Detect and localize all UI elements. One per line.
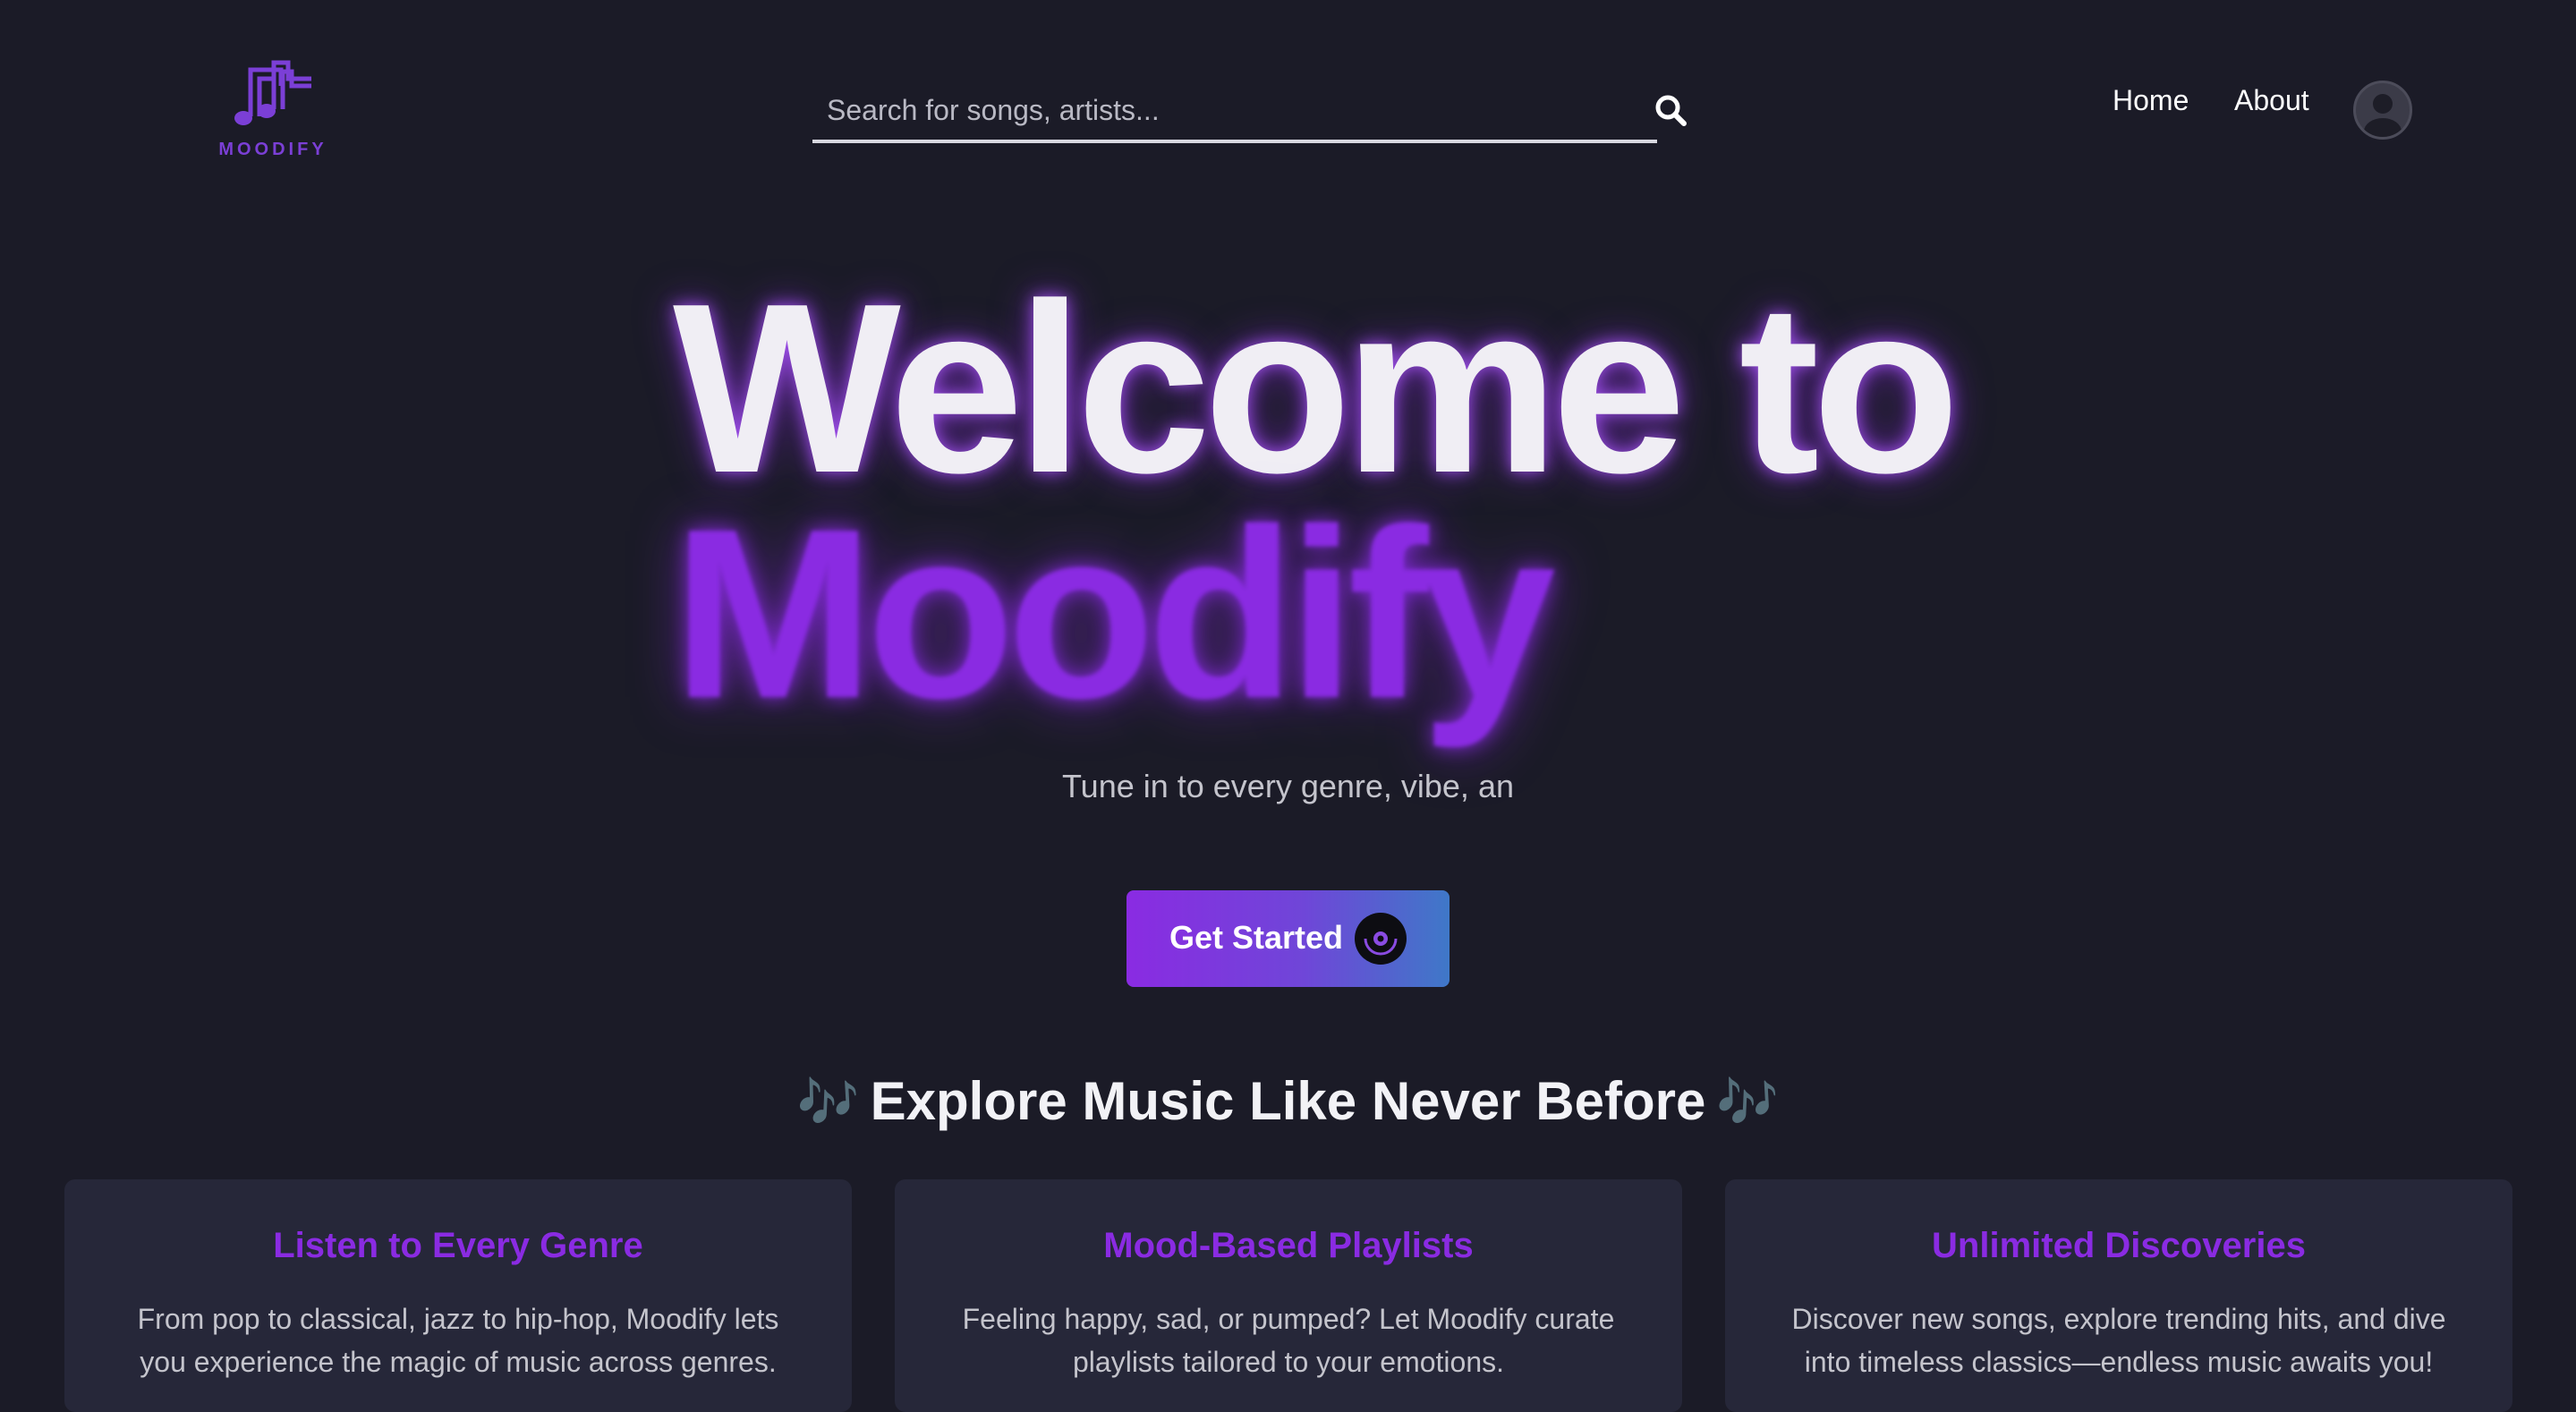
- feature-card-genres: Listen to Every Genre From pop to classi…: [64, 1179, 852, 1412]
- vinyl-disc-icon: [1355, 913, 1407, 965]
- feature-card-discoveries: Unlimited Discoveries Discover new songs…: [1725, 1179, 2512, 1412]
- logo-wordmark: MOODIFY: [218, 140, 327, 159]
- feature-card-mood-playlists: Mood-Based Playlists Feeling happy, sad,…: [895, 1179, 1682, 1412]
- music-notes-icon: 🎶: [796, 1074, 860, 1130]
- feature-card-title: Mood-Based Playlists: [1103, 1226, 1474, 1265]
- hero-title-welcome: Welcome to: [673, 254, 1960, 523]
- user-profile-icon: [2364, 94, 2402, 137]
- search-icon[interactable]: [1652, 91, 1691, 131]
- user-avatar[interactable]: [2353, 81, 2412, 140]
- nav-about-link[interactable]: About: [2234, 84, 2309, 117]
- search-bar: [812, 81, 1687, 149]
- search-input[interactable]: [812, 81, 1657, 143]
- hero-title-brand: Moodify: [673, 480, 1556, 749]
- feature-card-title: Unlimited Discoveries: [1932, 1226, 2306, 1265]
- explore-section-heading: 🎶 Explore Music Like Never Before 🎶: [0, 1070, 2576, 1132]
- music-notes-logo-icon: [234, 60, 311, 125]
- hero-tagline: Tune in to every genre, vibe, an: [1062, 768, 1514, 804]
- explore-section-title: Explore Music Like Never Before: [870, 1071, 1706, 1131]
- feature-card-description: Discover new songs, explore trending hit…: [1791, 1303, 2446, 1378]
- feature-card-description: Feeling happy, sad, or pumped? Let Moodi…: [962, 1303, 1615, 1378]
- moodify-logo[interactable]: MOODIFY: [215, 59, 331, 166]
- nav-home-link[interactable]: Home: [2113, 84, 2189, 117]
- feature-card-title: Listen to Every Genre: [273, 1226, 643, 1265]
- feature-card-description: From pop to classical, jazz to hip-hop, …: [137, 1303, 779, 1378]
- top-navbar: MOODIFY Home About: [0, 0, 2576, 197]
- music-notes-icon: 🎶: [1716, 1074, 1780, 1130]
- get-started-button[interactable]: Get Started: [1126, 890, 1450, 987]
- get-started-label: Get Started: [1169, 919, 1344, 956]
